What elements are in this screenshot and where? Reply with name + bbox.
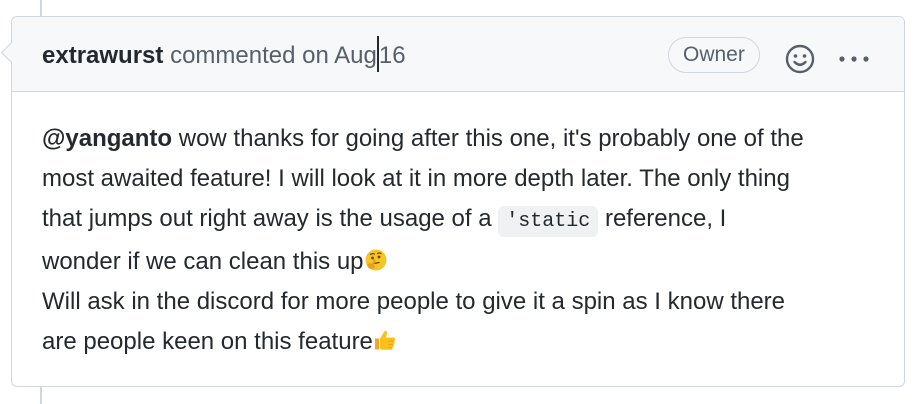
body-text-4: wonder if we can clean this up — [42, 248, 364, 275]
comment-meta: extrawurst commented on Aug16 — [42, 35, 406, 72]
date-month: Aug — [334, 42, 377, 69]
author-link[interactable]: extrawurst — [42, 42, 163, 69]
date-day: 16 — [378, 42, 406, 69]
body-line-6: are people keen on this feature — [42, 322, 890, 362]
thumbs-up-emoji — [374, 330, 396, 350]
body-line-4: wonder if we can clean this up — [42, 242, 890, 282]
smiley-icon[interactable] — [782, 41, 818, 77]
user-mention[interactable]: @yanganto — [42, 125, 172, 152]
comment-body: @yanganto wow thanks for going after thi… — [42, 119, 890, 362]
kebab-horizontal-icon[interactable] — [834, 41, 874, 77]
body-line-3: that jumps out right away is the usage o… — [42, 199, 890, 242]
thinking-face-emoji — [365, 249, 387, 271]
comment-date[interactable]: Aug16 — [334, 35, 406, 72]
comment-box: extrawurst commented on Aug16 Owner @yan… — [0, 16, 905, 387]
body-text-3b: reference, I — [598, 205, 727, 232]
body-text-1: wow thanks for going after this one, it'… — [172, 125, 804, 152]
owner-badge: Owner — [668, 37, 760, 73]
action-text: commented on — [170, 42, 329, 69]
body-text-3a: that jumps out right away is the usage o… — [42, 205, 499, 232]
body-text-6: are people keen on this feature — [42, 328, 373, 355]
page: extrawurst commented on Aug16 Owner @yan… — [0, 0, 924, 404]
inline-code: 'static — [498, 206, 599, 237]
body-line-2: most awaited feature! I will look at it … — [42, 165, 790, 192]
body-line-1: @yanganto wow thanks for going after thi… — [42, 119, 890, 159]
body-line-5: Will ask in the discord for more people … — [42, 288, 786, 315]
comment-header: extrawurst commented on Aug16 Owner — [12, 17, 904, 92]
